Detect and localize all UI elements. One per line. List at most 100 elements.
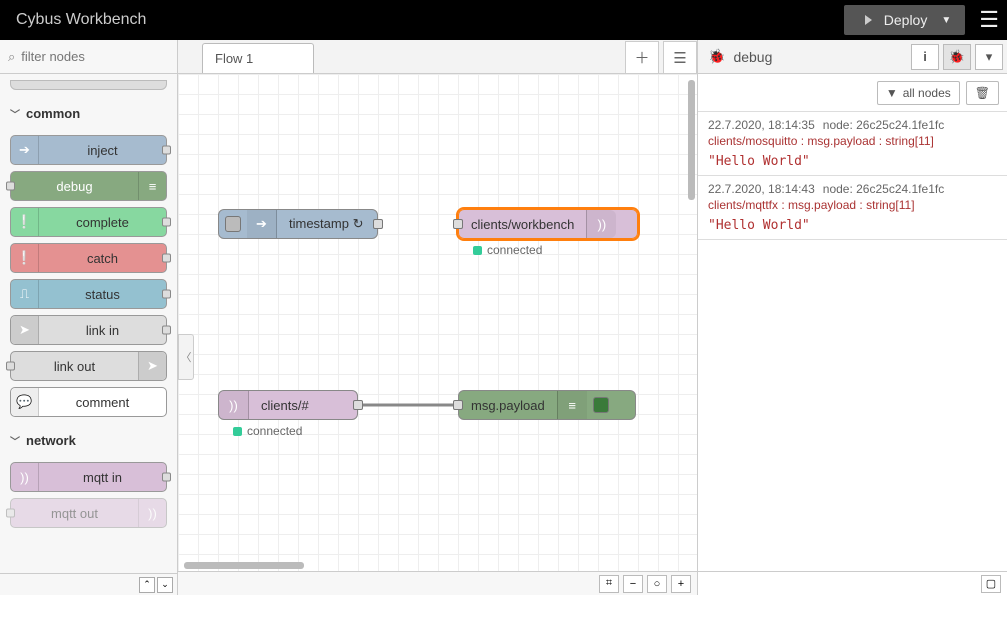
navigator-button[interactable]: ⌗ <box>599 575 619 593</box>
palette-node-comment[interactable]: 💬comment <box>10 387 167 417</box>
deploy-label: Deploy <box>884 12 928 28</box>
status-dot-icon <box>233 427 242 436</box>
node-label: clients/# <box>249 398 321 413</box>
arrow-right-icon: ➔ <box>11 136 39 164</box>
open-window-button[interactable]: ▢ <box>981 575 1001 593</box>
add-tab-button[interactable]: ＋ <box>625 41 659 73</box>
debug-tab-button[interactable]: 🐞 <box>943 44 971 70</box>
sidebar-menu-button[interactable]: ▾ <box>975 44 1003 70</box>
category-label: network <box>26 433 76 448</box>
chevron-down-icon: ﹀ <box>10 433 20 448</box>
palette-node-status[interactable]: ⎍status <box>10 279 167 309</box>
node-label: debug <box>11 179 138 194</box>
output-port[interactable] <box>353 400 363 410</box>
node-inject-timestamp[interactable]: ➔ timestamp ↻ <box>218 209 378 239</box>
app-title: Cybus Workbench <box>16 11 146 29</box>
node-label: comment <box>39 395 166 410</box>
bug-icon: 🐞 <box>708 48 725 65</box>
alert-icon: ❕ <box>11 244 39 272</box>
palette-footer: ⌃ ⌄ <box>0 573 177 595</box>
caret-down-icon: ▼ <box>941 15 951 26</box>
signal-icon: )) <box>11 463 39 491</box>
debug-topic: clients/mqttfx : msg.payload : string[11… <box>708 198 997 212</box>
app-header: Cybus Workbench Deploy ▼ ☰ <box>0 0 1007 40</box>
comment-icon: 💬 <box>11 388 39 416</box>
filter-nodes-box[interactable]: ⌕ <box>0 40 177 74</box>
signal-icon: )) <box>219 391 249 419</box>
node-label: link out <box>11 359 138 374</box>
arrow-right-icon: ➔ <box>247 210 277 238</box>
inject-trigger-button[interactable] <box>225 216 241 232</box>
chevron-down-icon: ﹀ <box>10 106 20 121</box>
tab-bar: Flow 1 ＋ ☰ <box>178 40 697 74</box>
flow-canvas[interactable]: ➔ timestamp ↻ clients/workbench )) conne… <box>178 74 697 571</box>
node-label: status <box>39 287 166 302</box>
palette-node-mqtt-in[interactable]: ))mqtt in <box>10 462 167 492</box>
deploy-button[interactable]: Deploy ▼ <box>844 5 966 35</box>
palette-node-mqtt-out[interactable]: mqtt out)) <box>10 498 167 528</box>
input-port[interactable] <box>453 219 463 229</box>
zoom-out-button[interactable]: − <box>623 575 643 593</box>
node-label: catch <box>39 251 166 266</box>
sidebar-title: 🐞debug <box>708 48 911 65</box>
debug-toggle-button[interactable] <box>593 397 609 413</box>
palette: ⌕ ﹀ common ➔inject debug≡ ❕complete ❕catc… <box>0 40 178 595</box>
node-mqtt-in-clients[interactable]: )) clients/# connected <box>218 390 358 420</box>
palette-node-debug[interactable]: debug≡ <box>10 171 167 201</box>
node-label: link in <box>39 323 166 338</box>
zoom-in-button[interactable]: + <box>671 575 691 593</box>
debug-payload: "Hello World" <box>708 154 997 169</box>
debug-message[interactable]: 22.7.2020, 18:14:43 node: 26c25c24.1fe1fc… <box>698 176 1007 240</box>
node-label: mqtt out <box>11 506 138 521</box>
alert-icon: ❕ <box>11 208 39 236</box>
debug-node-id: node: 26c25c24.1fe1fc <box>823 182 944 196</box>
node-label: inject <box>39 143 166 158</box>
node-label: mqtt in <box>39 470 166 485</box>
palette-node-link-in[interactable]: ➤link in <box>10 315 167 345</box>
horizontal-scrollbar[interactable] <box>184 562 304 569</box>
collapse-up-button[interactable]: ⌃ <box>139 577 155 593</box>
category-label: common <box>26 106 80 121</box>
palette-category-common[interactable]: ﹀ common <box>0 98 177 129</box>
palette-node-complete[interactable]: ❕complete <box>10 207 167 237</box>
node-status: connected <box>233 424 302 438</box>
debug-message[interactable]: 22.7.2020, 18:14:35node: 26c25c24.1fe1fc… <box>698 112 1007 176</box>
palette-collapse-handle[interactable]: 〈 <box>178 334 194 380</box>
pulse-icon: ⎍ <box>11 280 39 308</box>
debug-payload: "Hello World" <box>708 218 997 233</box>
palette-category-network[interactable]: ﹀ network <box>0 425 177 456</box>
collapse-down-button[interactable]: ⌄ <box>157 577 173 593</box>
filter-input[interactable] <box>21 49 169 64</box>
signal-icon: )) <box>586 210 616 238</box>
node-label: timestamp ↻ <box>277 216 375 232</box>
node-mqtt-out-workbench[interactable]: clients/workbench )) connected <box>458 209 638 239</box>
debug-timestamp: 22.7.2020, 18:14:35 <box>708 118 815 132</box>
info-tab-button[interactable]: i <box>911 44 939 70</box>
filter-all-nodes-button[interactable]: ▼all nodes <box>877 81 960 105</box>
deploy-icon <box>858 12 874 28</box>
status-dot-icon <box>473 246 482 255</box>
workspace-footer: ⌗ − ○ + <box>178 571 697 595</box>
debug-timestamp: 22.7.2020, 18:14:43 <box>708 182 815 196</box>
node-debug-msg-payload[interactable]: msg.payload ≡ <box>458 390 636 420</box>
zoom-reset-button[interactable]: ○ <box>647 575 667 593</box>
node-status: connected <box>473 243 542 257</box>
list-tabs-button[interactable]: ☰ <box>663 41 697 73</box>
input-port[interactable] <box>453 400 463 410</box>
palette-node-inject[interactable]: ➔inject <box>10 135 167 165</box>
palette-node-catch[interactable]: ❕catch <box>10 243 167 273</box>
node-label: clients/workbench <box>459 217 586 232</box>
debug-messages: 22.7.2020, 18:14:35 node: 26c25c24.1fe1fc… <box>698 112 1007 571</box>
search-icon: ⌕ <box>8 49 15 65</box>
clear-debug-button[interactable]: 🗑 <box>966 81 999 105</box>
vertical-scrollbar[interactable] <box>688 80 695 200</box>
link-icon: ➤ <box>138 352 166 380</box>
output-port[interactable] <box>373 219 383 229</box>
menu-icon[interactable]: ☰ <box>979 7 999 33</box>
palette-node-link-out[interactable]: link out➤ <box>10 351 167 381</box>
filter-icon: ▼ <box>886 86 898 100</box>
flow-tab[interactable]: Flow 1 <box>202 43 314 73</box>
node-label: complete <box>39 215 166 230</box>
debug-sidebar: 🐞debug i 🐞 ▾ ▼all nodes 🗑 22.7.2020, 18:… <box>697 40 1007 595</box>
debug-topic: clients/mosquitto : msg.payload : string… <box>708 134 997 148</box>
